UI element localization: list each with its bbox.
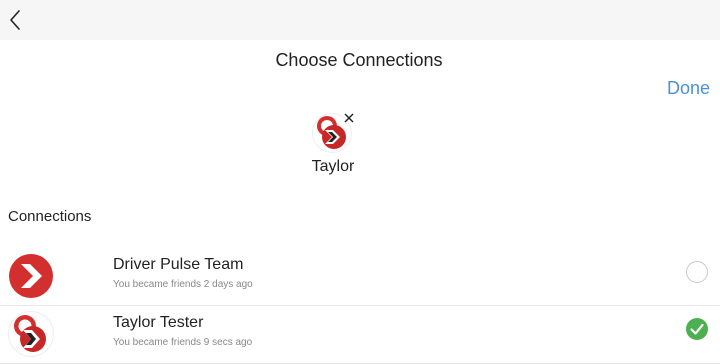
connection-name: Driver Pulse Team bbox=[113, 256, 244, 273]
connection-name: Taylor Tester bbox=[113, 314, 204, 331]
done-button[interactable]: Done bbox=[667, 78, 710, 99]
selected-connection-chip: Taylor bbox=[300, 110, 364, 180]
connections-section-header: Connections bbox=[8, 208, 92, 225]
selected-connection-name: Taylor bbox=[311, 158, 355, 175]
close-icon[interactable] bbox=[343, 112, 355, 124]
list-item[interactable]: Taylor Tester You became friends 9 secs … bbox=[0, 306, 720, 364]
checkmark-selected-icon[interactable] bbox=[686, 318, 708, 340]
list-item[interactable]: Driver Pulse Team You became friends 2 d… bbox=[0, 248, 720, 306]
connection-subtitle: You became friends 2 days ago bbox=[113, 279, 253, 290]
page-title: Choose Connections bbox=[275, 50, 443, 70]
red-chevron-logo-icon bbox=[9, 254, 53, 298]
unselected-radio-icon[interactable] bbox=[686, 261, 708, 283]
back-chevron-icon[interactable] bbox=[8, 9, 22, 31]
connections-list: Driver Pulse Team You became friends 2 d… bbox=[0, 248, 720, 364]
choose-connections-screen: Choose Connections Done Taylor Connectio… bbox=[0, 0, 720, 364]
navigation-bar bbox=[0, 0, 720, 40]
connection-subtitle: You became friends 9 secs ago bbox=[113, 337, 253, 348]
driver-pulse-logo-icon bbox=[8, 311, 54, 357]
